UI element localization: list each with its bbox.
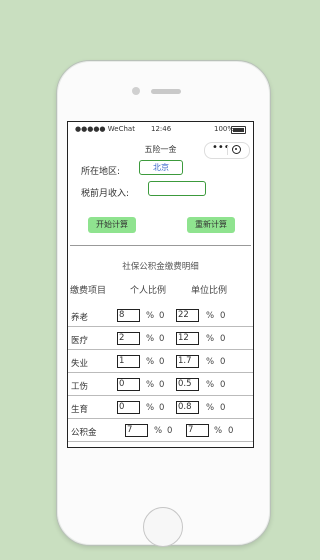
row-divider <box>68 395 253 396</box>
status-bar: ●●●●● WeChat 12:46 100% <box>68 122 253 136</box>
row-name: 生育 <box>71 405 89 415</box>
percent-sign: % <box>206 334 215 344</box>
header-company: 单位比例 <box>191 286 228 296</box>
header-personal: 个人比例 <box>130 286 167 296</box>
income-label: 税前月收入: <box>81 189 130 199</box>
percent-sign: % <box>146 403 155 413</box>
row-divider <box>68 418 253 419</box>
personal-amount: 0 <box>159 403 165 413</box>
personal-amount: 0 <box>167 426 173 436</box>
row-name: 公积金 <box>71 428 97 438</box>
company-rate-input[interactable]: 7 <box>186 424 209 437</box>
region-field[interactable]: 北京 <box>139 160 183 175</box>
app-screen: ●●●●● WeChat 12:46 100% 五险一金 ••• 所在地区: 北… <box>67 121 254 448</box>
percent-sign: % <box>206 403 215 413</box>
percent-sign: % <box>146 357 155 367</box>
personal-rate-input[interactable]: 7 <box>125 424 148 437</box>
nav-bar: 五险一金 ••• <box>68 138 253 160</box>
company-amount: 0 <box>220 357 226 367</box>
company-amount: 0 <box>228 426 234 436</box>
row-divider <box>68 441 253 442</box>
personal-rate-input[interactable]: 1 <box>117 355 140 368</box>
percent-sign: % <box>206 311 215 321</box>
percent-sign: % <box>146 380 155 390</box>
percent-sign: % <box>154 426 163 436</box>
start-calc-button[interactable]: 开始计算 <box>88 217 136 233</box>
company-amount: 0 <box>220 334 226 344</box>
company-rate-input[interactable]: 0.5 <box>176 378 199 391</box>
row-divider <box>68 372 253 373</box>
personal-amount: 0 <box>159 380 165 390</box>
mini-program-capsule: ••• <box>204 142 250 159</box>
reset-calc-button[interactable]: 重新计算 <box>187 217 235 233</box>
home-button[interactable] <box>143 507 183 547</box>
personal-rate-input[interactable]: 2 <box>117 332 140 345</box>
personal-amount: 0 <box>159 357 165 367</box>
percent-sign: % <box>206 380 215 390</box>
percent-sign: % <box>206 357 215 367</box>
capsule-divider <box>227 146 228 155</box>
percent-sign: % <box>146 334 155 344</box>
row-divider <box>68 326 253 327</box>
front-camera <box>132 87 140 95</box>
company-rate-input[interactable]: 0.8 <box>176 401 199 414</box>
company-rate-input[interactable]: 1.7 <box>176 355 199 368</box>
header-item: 缴费项目 <box>70 286 107 296</box>
row-name: 医疗 <box>71 336 89 346</box>
company-rate-input[interactable]: 22 <box>176 309 199 322</box>
personal-amount: 0 <box>159 334 165 344</box>
row-name: 失业 <box>71 359 89 369</box>
personal-amount: 0 <box>159 311 165 321</box>
income-field[interactable] <box>148 181 206 196</box>
region-label: 所在地区: <box>81 167 121 177</box>
battery-icon <box>231 126 246 134</box>
row-name: 工伤 <box>71 382 89 392</box>
table-title: 社保公积金缴费明细 <box>122 262 199 272</box>
carrier-label: ●●●●● WeChat <box>75 125 135 133</box>
personal-rate-input[interactable]: 0 <box>117 378 140 391</box>
company-rate-input[interactable]: 12 <box>176 332 199 345</box>
earpiece-speaker <box>151 89 181 94</box>
personal-rate-input[interactable]: 8 <box>117 309 140 322</box>
percent-sign: % <box>146 311 155 321</box>
personal-rate-input[interactable]: 0 <box>117 401 140 414</box>
row-divider <box>68 349 253 350</box>
close-target-icon[interactable] <box>232 145 241 154</box>
company-amount: 0 <box>220 311 226 321</box>
section-divider <box>70 245 251 246</box>
company-amount: 0 <box>220 380 226 390</box>
clock: 12:46 <box>151 125 172 133</box>
company-amount: 0 <box>220 403 226 413</box>
percent-sign: % <box>214 426 223 436</box>
row-name: 养老 <box>71 313 89 323</box>
